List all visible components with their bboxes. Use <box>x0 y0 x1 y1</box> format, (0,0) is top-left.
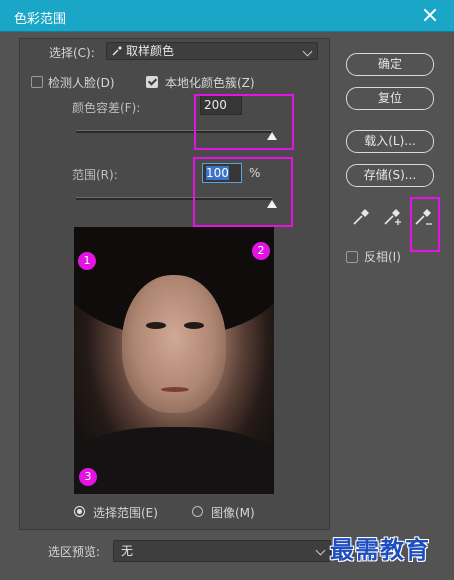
annotation-badge-1: 1 <box>78 252 96 270</box>
load-button[interactable]: 载入(L)... <box>346 130 434 153</box>
image-radio[interactable] <box>192 506 203 517</box>
range-slider-thumb[interactable] <box>267 200 277 208</box>
fuzziness-input[interactable]: 200 <box>200 95 242 115</box>
save-button[interactable]: 存储(S)... <box>346 164 434 187</box>
range-input[interactable]: 100 <box>202 163 242 183</box>
selection-radio-label: 选择范围(E) <box>93 506 158 520</box>
detect-faces-checkbox[interactable] <box>31 76 43 88</box>
preview-image <box>74 227 274 494</box>
close-icon[interactable] <box>420 5 440 25</box>
watermark: 最需教育 <box>330 536 430 564</box>
preview-face <box>122 275 226 413</box>
annotation-badge-3: 3 <box>79 468 97 486</box>
fuzziness-value: 200 <box>204 98 227 112</box>
chevron-down-icon <box>302 46 313 57</box>
annotation-badge-2: 2 <box>252 242 270 260</box>
invert-label: 反相(I) <box>364 250 401 264</box>
chevron-down-icon <box>315 545 326 556</box>
eyedropper-icon[interactable] <box>350 206 372 228</box>
title-bar: 色彩范围 <box>0 0 454 32</box>
ok-button[interactable]: 确定 <box>346 53 434 76</box>
detect-faces-label: 检测人脸(D) <box>48 76 115 90</box>
fuzziness-slider-track[interactable] <box>76 130 272 133</box>
preview-mouth <box>161 387 189 392</box>
select-label: 选择(C): <box>49 46 95 60</box>
range-unit: % <box>249 166 261 180</box>
preview-sweater <box>74 427 274 494</box>
select-dropdown[interactable]: 取样颜色 <box>106 42 318 60</box>
preview-eye-right <box>184 322 204 329</box>
reset-button[interactable]: 复位 <box>346 87 434 110</box>
range-value: 100 <box>206 166 229 180</box>
eyedropper-minus-icon[interactable] <box>412 206 434 228</box>
selection-preview-label: 选区预览: <box>48 545 101 559</box>
dialog-title: 色彩范围 <box>14 12 67 27</box>
image-radio-label: 图像(M) <box>211 506 255 520</box>
selection-radio[interactable] <box>74 506 85 517</box>
localized-clusters-label: 本地化颜色簇(Z) <box>165 76 255 90</box>
fuzziness-label: 颜色容差(F): <box>72 101 141 115</box>
selection-preview-dropdown[interactable]: 无 <box>113 540 331 562</box>
eyedropper-icon <box>112 46 122 56</box>
range-label: 范围(R): <box>72 168 118 182</box>
preview-eye-left <box>146 322 166 329</box>
select-value: 取样颜色 <box>126 44 175 58</box>
range-slider-track[interactable] <box>76 197 272 200</box>
localized-clusters-checkbox[interactable] <box>146 76 158 88</box>
eyedropper-plus-icon[interactable] <box>381 206 403 228</box>
fuzziness-slider-thumb[interactable] <box>267 132 277 140</box>
selection-preview-value: 无 <box>121 544 134 558</box>
invert-checkbox[interactable] <box>346 251 358 263</box>
